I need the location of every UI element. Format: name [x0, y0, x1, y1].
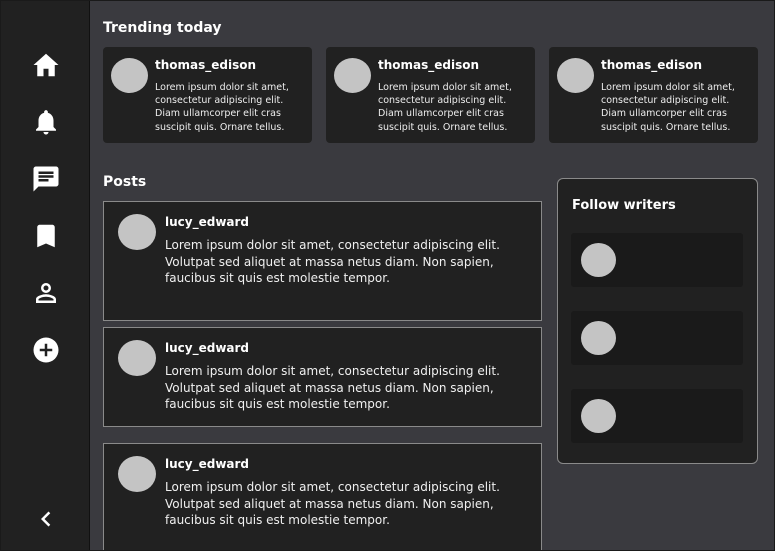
posts-title: Posts: [103, 174, 147, 190]
avatar: [557, 58, 594, 93]
trending-card[interactable]: thomas_edison Lorem ipsum dolor sit amet…: [103, 47, 312, 143]
post-username[interactable]: lucy_edward: [165, 215, 249, 229]
trending-title: Trending today: [103, 20, 222, 36]
trending-text: Lorem ipsum dolor sit amet, consectetur …: [378, 82, 512, 133]
post-username[interactable]: lucy_edward: [165, 457, 249, 471]
trending-username[interactable]: thomas_edison: [378, 58, 479, 72]
post-card[interactable]: lucy_edward Lorem ipsum dolor sit amet, …: [103, 327, 542, 427]
home-icon[interactable]: [30, 49, 62, 81]
trending-card[interactable]: thomas_edison Lorem ipsum dolor sit amet…: [549, 47, 758, 143]
bell-icon[interactable]: [30, 106, 62, 138]
post-text: Lorem ipsum dolor sit amet, consectetur …: [165, 364, 500, 411]
writer-suggestion[interactable]: [571, 389, 743, 443]
message-icon[interactable]: [30, 163, 62, 195]
avatar: [111, 58, 148, 93]
follow-writers-title: Follow writers: [572, 198, 676, 213]
post-text: Lorem ipsum dolor sit amet, consectetur …: [165, 238, 500, 285]
post-username[interactable]: lucy_edward: [165, 341, 249, 355]
avatar: [118, 340, 156, 376]
follow-writers-panel: Follow writers: [557, 178, 758, 464]
avatar: [118, 456, 156, 492]
avatar: [581, 243, 616, 277]
writer-suggestion[interactable]: [571, 311, 743, 365]
add-icon[interactable]: [30, 334, 62, 366]
writer-suggestion[interactable]: [571, 233, 743, 287]
avatar: [581, 399, 616, 433]
post-text: Lorem ipsum dolor sit amet, consectetur …: [165, 480, 500, 527]
app-frame: Trending today thomas_edison Lorem ipsum…: [0, 0, 775, 551]
profile-icon[interactable]: [30, 277, 62, 309]
trending-text: Lorem ipsum dolor sit amet, consectetur …: [155, 82, 289, 133]
trending-card[interactable]: thomas_edison Lorem ipsum dolor sit amet…: [326, 47, 535, 143]
trending-username[interactable]: thomas_edison: [601, 58, 702, 72]
avatar: [581, 321, 616, 355]
chevron-left-icon[interactable]: [30, 503, 62, 535]
avatar: [334, 58, 371, 93]
bookmark-icon[interactable]: [30, 220, 62, 252]
post-card[interactable]: lucy_edward Lorem ipsum dolor sit amet, …: [103, 201, 542, 321]
post-card[interactable]: lucy_edward Lorem ipsum dolor sit amet, …: [103, 443, 542, 550]
trending-text: Lorem ipsum dolor sit amet, consectetur …: [601, 82, 735, 133]
trending-username[interactable]: thomas_edison: [155, 58, 256, 72]
avatar: [118, 214, 156, 250]
sidebar: [1, 1, 90, 550]
